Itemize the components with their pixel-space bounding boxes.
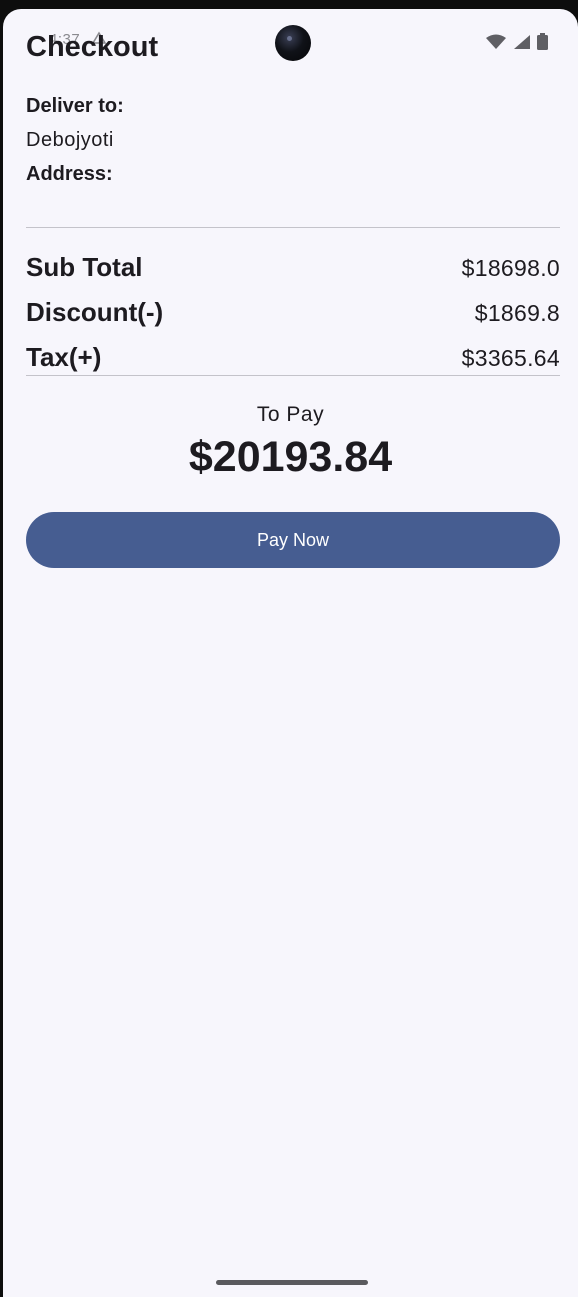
address-label: Address: <box>26 163 113 185</box>
divider-bottom <box>26 375 560 376</box>
battery-icon <box>537 33 548 55</box>
app-screen: 4:37 Checkout Deliver to: Debojyoti Addr… <box>3 9 578 1297</box>
subtotal-row: Sub Total $18698.0 <box>26 252 560 283</box>
discount-label: Discount(-) <box>26 297 164 327</box>
subtotal-label: Sub Total <box>26 252 143 282</box>
status-icons <box>485 33 548 55</box>
tax-row: Tax(+) $3365.64 <box>26 342 560 373</box>
tax-value: $3365.64 <box>461 345 560 371</box>
discount-row: Discount(-) $1869.8 <box>26 297 560 328</box>
to-pay-amount: $20193.84 <box>188 433 393 481</box>
discount-value: $1869.8 <box>474 300 560 326</box>
signal-icon <box>513 34 531 55</box>
page-title: Checkout <box>26 31 159 63</box>
to-pay-label: To Pay <box>256 403 325 426</box>
divider-top <box>26 227 560 228</box>
recipient-name: Debojyoti <box>26 129 114 151</box>
front-camera <box>275 25 311 61</box>
home-indicator[interactable] <box>216 1280 368 1285</box>
subtotal-value: $18698.0 <box>461 255 560 281</box>
deliver-to-label: Deliver to: <box>26 95 124 117</box>
pay-now-button[interactable]: Pay Now <box>26 512 560 568</box>
tax-label: Tax(+) <box>26 342 102 372</box>
wifi-icon <box>485 34 507 55</box>
